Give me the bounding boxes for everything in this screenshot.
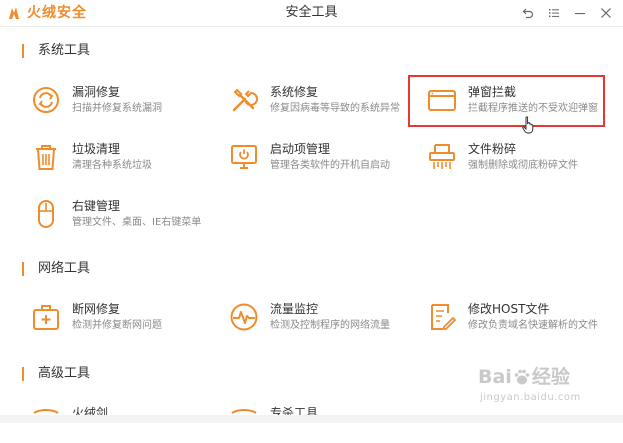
- back-icon: [522, 8, 534, 19]
- monitor-startup-icon: [231, 145, 257, 169]
- close-icon: [601, 8, 611, 18]
- shield-refresh-icon: [33, 87, 59, 113]
- wrench-screwdriver-icon: [232, 88, 258, 112]
- tool-description: 管理各类软件的开机自启动: [270, 160, 390, 171]
- title-bar: 火绒安全 安全工具: [0, 0, 623, 27]
- watermark-text-right: 经验: [531, 366, 570, 388]
- section-marker: [22, 44, 24, 58]
- section-marker: [22, 367, 24, 381]
- app-logo: 火绒安全: [6, 4, 87, 22]
- menu-icon: [549, 9, 559, 18]
- highlight-box: [408, 75, 605, 127]
- section-marker: [22, 262, 24, 276]
- tool-description: 扫描并修复系统漏洞: [72, 103, 162, 114]
- tool-name: 文件粉碎: [468, 142, 517, 156]
- first-aid-kit-icon: [33, 305, 59, 330]
- huorong-logo-icon: [9, 7, 19, 19]
- section-advanced-tools: 高级工具: [22, 366, 90, 382]
- tool-name: 系统修复: [270, 85, 319, 99]
- tool-name: 修改HOST文件: [468, 302, 550, 316]
- back-button[interactable]: [515, 3, 541, 23]
- section-system-tools: 系统工具: [22, 43, 90, 59]
- tool-network-repair[interactable]: 断网修复 检测并修复断网问题: [30, 301, 226, 339]
- tool-name: 右键管理: [72, 199, 121, 213]
- tool-context-menu-manager[interactable]: 右键管理 管理文件、桌面、IE右键菜单: [30, 198, 226, 236]
- tool-name: 断网修复: [72, 302, 121, 316]
- mouse-icon: [38, 200, 54, 228]
- tool-description: 检测及控制程序的网络流量: [270, 320, 390, 331]
- tool-description: 管理文件、桌面、IE右键菜单: [72, 217, 202, 228]
- window-controls: [515, 3, 619, 23]
- minimize-button[interactable]: [567, 3, 593, 23]
- tool-description: 修改负责域名快速解析的文件: [468, 320, 598, 331]
- tool-description: 清理各种系统垃圾: [72, 160, 152, 171]
- watermark-url: jingyan.baidu.com: [480, 392, 581, 403]
- baidu-paw-icon: [514, 369, 530, 385]
- section-title: 高级工具: [38, 366, 91, 381]
- minimize-icon: [575, 13, 585, 15]
- tool-junk-cleaner[interactable]: 垃圾清理 清理各种系统垃圾: [30, 141, 226, 179]
- close-button[interactable]: [593, 3, 619, 23]
- tool-name: 垃圾清理: [72, 142, 121, 156]
- tool-name: 流量监控: [270, 302, 319, 316]
- tool-file-shredder[interactable]: 文件粉碎 强制删除或彻底粉碎文件: [426, 141, 622, 179]
- edit-document-icon: [431, 304, 457, 330]
- menu-button[interactable]: [541, 3, 567, 23]
- tool-traffic-monitor[interactable]: 流量监控 检测及控制程序的网络流量: [228, 301, 424, 339]
- tool-description: 修复因病毒等导致的系统异常: [270, 103, 400, 114]
- tool-name: 漏洞修复: [72, 85, 121, 99]
- app-brand-name: 火绒安全: [27, 5, 87, 21]
- tool-vulnerability-fix[interactable]: 漏洞修复 扫描并修复系统漏洞: [30, 84, 226, 122]
- pulse-monitor-icon: [230, 303, 258, 331]
- tool-system-repair[interactable]: 系统修复 修复因病毒等导致的系统异常: [228, 84, 424, 122]
- bottom-edge: [0, 415, 623, 423]
- shredder-icon: [429, 144, 455, 169]
- tool-name: 启动项管理: [270, 142, 331, 156]
- section-title: 网络工具: [38, 261, 91, 276]
- section-title: 系统工具: [38, 43, 91, 58]
- tool-special-removal[interactable]: 专杀工具: [228, 405, 424, 443]
- watermark-text-left: Bai: [478, 366, 512, 388]
- tool-description: 检测并修复断网问题: [72, 320, 162, 331]
- tool-startup-manager[interactable]: 启动项管理 管理各类软件的开机自启动: [228, 141, 424, 179]
- tool-huorong-sword[interactable]: 火绒剑: [30, 405, 226, 443]
- trash-icon: [36, 145, 56, 170]
- tool-edit-host-file[interactable]: 修改HOST文件 修改负责域名快速解析的文件: [426, 301, 622, 339]
- baidu-watermark: Bai 经验 jingyan.baidu.com: [478, 366, 618, 412]
- section-network-tools: 网络工具: [22, 261, 90, 277]
- tool-description: 强制删除或彻底粉碎文件: [468, 160, 578, 171]
- hand-cursor-icon: [522, 116, 534, 134]
